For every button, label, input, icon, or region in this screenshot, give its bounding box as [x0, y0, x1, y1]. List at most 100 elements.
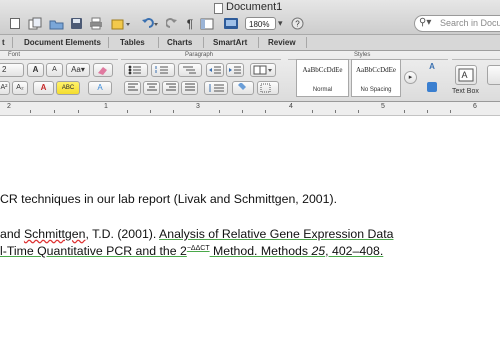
- reference-line-2[interactable]: l-Time Quantitative PCR and the 2−ΔΔCT M…: [0, 244, 383, 258]
- justify-button[interactable]: [181, 81, 198, 95]
- style-color-icon[interactable]: [424, 81, 440, 95]
- tab-document-elements[interactable]: Document Elements: [24, 36, 101, 49]
- multilevel-list-button[interactable]: [178, 63, 202, 77]
- numbering-button[interactable]: [151, 63, 175, 77]
- reference-title-part1: Analysis of Relative Gene Expression Dat…: [159, 227, 394, 241]
- ruler-tick: [150, 110, 151, 113]
- ruler-tick: [358, 110, 359, 113]
- media-browser-icon[interactable]: [222, 15, 240, 32]
- grow-font-button[interactable]: A: [27, 63, 44, 77]
- font-color-button[interactable]: A: [33, 81, 54, 95]
- font-group-label: Font: [8, 52, 21, 58]
- insert-image-button[interactable]: [110, 15, 132, 32]
- ruler-mark: 1: [104, 103, 108, 110]
- change-case-button[interactable]: Aa▾: [66, 63, 90, 77]
- redo-button[interactable]: [165, 15, 181, 32]
- document-icon: [214, 3, 223, 14]
- font-size-field[interactable]: 2: [0, 63, 24, 77]
- window-title: Document1: [226, 1, 283, 13]
- tab-divider: [12, 37, 13, 48]
- reference-line-1[interactable]: and Schmittgen, T.D. (2001). Analysis of…: [0, 227, 394, 241]
- sidebar-toggle-icon[interactable]: [199, 15, 215, 32]
- ruler-tick: [54, 110, 55, 113]
- ruler-tick: [427, 110, 428, 113]
- ruler-tick: [335, 110, 336, 113]
- search-icon: ⚲▾: [419, 17, 432, 28]
- reference-title-part2: l-Time Quantitative PCR and the 2: [0, 244, 187, 258]
- highlight-button[interactable]: ABC: [56, 81, 80, 95]
- ruler-mark: 5: [381, 103, 385, 110]
- ruler-tick: [219, 110, 220, 113]
- ruler-tick: [78, 110, 79, 113]
- tab-tables[interactable]: Tables: [120, 36, 145, 49]
- styles-pane-icon[interactable]: A: [424, 61, 440, 75]
- save-icon[interactable]: [68, 15, 84, 32]
- align-left-button[interactable]: [124, 81, 141, 95]
- tab-divider: [306, 37, 307, 48]
- styles-group-label: Styles: [354, 52, 371, 58]
- print-icon[interactable]: [88, 15, 104, 32]
- styles-next-icon[interactable]: ▸: [404, 71, 417, 84]
- style-no-spacing-label: No Spacing: [360, 87, 392, 93]
- group-rule: [0, 59, 118, 60]
- help-icon[interactable]: ?: [290, 15, 304, 32]
- style-no-spacing[interactable]: AaBbCcDdEe No Spacing: [351, 59, 401, 97]
- tab-charts[interactable]: Charts: [167, 36, 192, 49]
- ddct-superscript: −ΔΔCT: [186, 245, 210, 252]
- ruler-mark: 3: [196, 103, 200, 110]
- shape-icon[interactable]: [487, 65, 500, 85]
- subscript-button[interactable]: A₂: [12, 81, 28, 95]
- increase-indent-button[interactable]: [226, 63, 244, 77]
- ruler-tick: [404, 110, 405, 113]
- ruler-tick: [312, 110, 313, 113]
- tab-layout[interactable]: t: [2, 36, 5, 49]
- text-effects-button[interactable]: A: [88, 81, 112, 95]
- shrink-font-button[interactable]: A: [46, 63, 63, 77]
- ruler-tick: [173, 110, 174, 113]
- style-normal-label: Normal: [312, 87, 333, 93]
- ruler-tick: [242, 110, 243, 113]
- open-folder-icon[interactable]: [48, 15, 64, 32]
- reference-year: , T.D. (2001).: [85, 227, 160, 241]
- borders-button[interactable]: [257, 81, 279, 95]
- ruler-tick: [127, 110, 128, 113]
- bullets-button[interactable]: [124, 63, 148, 77]
- body-text-line[interactable]: CR techniques in our lab report (Livak a…: [0, 192, 337, 206]
- misspelled-author-name: Schmittgen: [23, 227, 86, 241]
- ribbon: Font 2 A A Aa▾ A² A₂ A ABC A Paragraph S…: [0, 51, 500, 102]
- text-box-icon[interactable]: A: [455, 65, 477, 85]
- line-spacing-button[interactable]: [204, 81, 228, 95]
- style-normal[interactable]: AaBbCcDdEe Normal: [296, 59, 349, 97]
- columns-button[interactable]: [250, 63, 276, 77]
- align-right-button[interactable]: [162, 81, 179, 95]
- ruler-mark: 2: [7, 103, 11, 110]
- align-center-button[interactable]: [143, 81, 160, 95]
- new-document-icon[interactable]: [8, 15, 22, 32]
- tab-smartart[interactable]: SmartArt: [213, 36, 247, 49]
- tab-review[interactable]: Review: [268, 36, 296, 49]
- shading-button[interactable]: [232, 81, 254, 95]
- reference-volume: 25: [311, 244, 326, 258]
- paragraph-group-label: Paragraph: [185, 52, 214, 58]
- reference-authors: and: [0, 227, 24, 241]
- ruler-mark: 4: [289, 103, 293, 110]
- body-sentence: CR techniques in our lab report (Livak a…: [0, 192, 337, 206]
- text-box-label: Text Box: [452, 88, 479, 95]
- tab-divider: [108, 37, 109, 48]
- ruler[interactable]: 2 1 3 4 5 6: [0, 102, 500, 116]
- undo-button[interactable]: [138, 15, 160, 32]
- zoom-field[interactable]: 180%: [245, 17, 276, 30]
- templates-icon[interactable]: [27, 15, 43, 32]
- title-bar: Document1 ¶ 180% ▾ ? ⚲▾ Search in Docume…: [0, 0, 500, 35]
- tab-divider: [258, 37, 259, 48]
- clear-formatting-button[interactable]: [93, 63, 113, 77]
- search-field[interactable]: ⚲▾ Search in Document: [414, 15, 500, 32]
- zoom-dropdown-icon[interactable]: ▾: [278, 18, 283, 29]
- ribbon-tabs: t Document Elements Tables Charts SmartA…: [0, 35, 500, 51]
- svg-text:?: ?: [295, 20, 300, 29]
- document-page[interactable]: CR techniques in our lab report (Livak a…: [0, 116, 500, 350]
- paragraph-marks-button[interactable]: ¶: [185, 15, 195, 32]
- superscript-button[interactable]: A²: [0, 81, 10, 95]
- ruler-tick: [450, 110, 451, 113]
- decrease-indent-button[interactable]: [206, 63, 224, 77]
